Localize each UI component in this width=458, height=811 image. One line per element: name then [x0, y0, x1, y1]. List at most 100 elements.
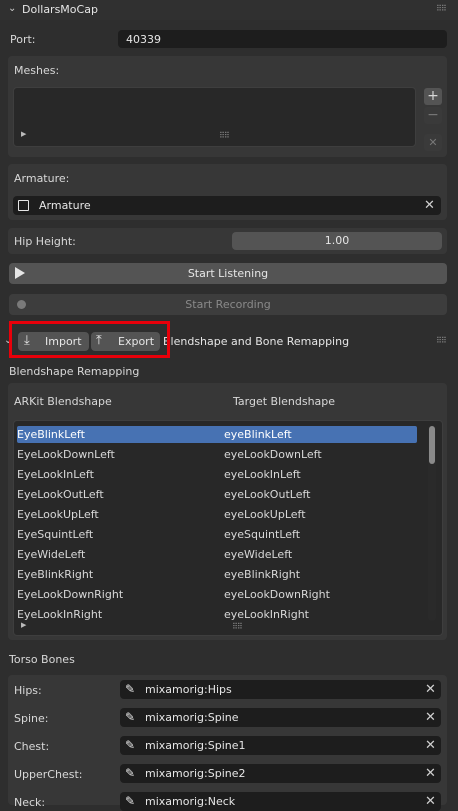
table-row[interactable]: EyeLookInLeft eyeLookInLeft	[17, 466, 417, 483]
export-label: Export	[118, 335, 155, 348]
arkit-blendshape-name: EyeLookInLeft	[17, 468, 94, 481]
bone-icon: ✎	[125, 710, 136, 724]
table-row[interactable]: EyeBlinkLeft eyeBlinkLeft	[17, 426, 417, 443]
clear-mesh-button[interactable]: ✕	[424, 134, 442, 151]
remap-section-header[interactable]: ⌄ Blendshape and Bone Remapping ⠿⠿ ⤓ Imp…	[0, 321, 458, 359]
bone-label: Chest:	[14, 740, 50, 753]
armature-panel: Armature: Armature ✕	[8, 164, 447, 220]
blendshape-list[interactable]: EyeBlinkLeft eyeBlinkLeft EyeLookDownLeft e…	[13, 420, 443, 636]
start-listening-button[interactable]: Start Listening	[9, 263, 447, 284]
blendshape-panel: ARKit Blendshape Target Blendshape EyeBl…	[8, 383, 447, 640]
bone-label: Spine:	[14, 712, 49, 725]
bone-field[interactable]: ✎ mixamorig:Hips ✕	[120, 680, 441, 699]
expand-triangle-icon[interactable]: ▶	[21, 130, 26, 138]
port-label: Port:	[10, 33, 36, 46]
arkit-blendshape-name: EyeLookInRight	[17, 608, 103, 621]
bone-field[interactable]: ✎ mixamorig:Neck ✕	[120, 792, 441, 811]
target-blendshape-name[interactable]: eyeWideLeft	[224, 548, 292, 561]
target-blendshape-name[interactable]: eyeSquintLeft	[224, 528, 300, 541]
table-row[interactable]: EyeBlinkRight eyeBlinkRight	[17, 566, 417, 583]
list-scrollbar[interactable]	[428, 425, 436, 621]
armature-value: Armature	[39, 199, 91, 212]
start-recording-label: Start Recording	[185, 298, 271, 311]
arkit-blendshape-name: EyeBlinkRight	[17, 568, 94, 581]
bone-value: mixamorig:Spine	[145, 711, 239, 724]
arkit-blendshape-name: EyeLookDownRight	[17, 588, 124, 601]
clear-bone-icon[interactable]: ✕	[425, 711, 436, 724]
bone-label: Hips:	[14, 684, 42, 697]
hip-height-slider[interactable]: 1.00	[232, 232, 442, 250]
export-icon: ⤒	[96, 333, 102, 348]
table-row[interactable]: EyeWideLeft eyeWideLeft	[17, 546, 417, 563]
table-row[interactable]: EyeLookDownLeft eyeLookDownLeft	[17, 446, 417, 463]
hip-height-value: 1.00	[324, 234, 350, 247]
bone-field[interactable]: ✎ mixamorig:Spine1 ✕	[120, 736, 441, 755]
drag-handle-icon[interactable]: ⠿⠿	[436, 336, 447, 345]
record-icon	[17, 300, 26, 309]
armature-field[interactable]: Armature ✕	[13, 196, 441, 215]
bone-field[interactable]: ✎ mixamorig:Spine ✕	[120, 708, 441, 727]
add-mesh-button[interactable]: +	[424, 88, 442, 105]
start-listening-label: Start Listening	[187, 267, 269, 280]
panel-header[interactable]: ⌄ DollarsMoCap ⠿⠿	[0, 0, 458, 20]
remove-mesh-button[interactable]: −	[424, 107, 442, 124]
bone-value: mixamorig:Neck	[145, 795, 236, 808]
target-blendshape-name[interactable]: eyeBlinkLeft	[224, 428, 292, 441]
clear-bone-icon[interactable]: ✕	[425, 739, 436, 752]
bone-icon: ✎	[125, 682, 136, 696]
bone-label: UpperChest:	[14, 768, 83, 781]
clear-bone-icon[interactable]: ✕	[425, 683, 436, 696]
clear-bone-icon[interactable]: ✕	[425, 767, 436, 780]
table-row[interactable]: EyeLookOutLeft eyeLookOutLeft	[17, 486, 417, 503]
armature-label: Armature:	[14, 172, 70, 185]
target-blendshape-name[interactable]: eyeLookInRight	[224, 608, 309, 621]
target-blendshape-name[interactable]: eyeLookDownLeft	[224, 448, 322, 461]
bone-icon: ✎	[125, 794, 136, 808]
import-button[interactable]: ⤓ Import	[18, 332, 89, 351]
list-resize-handle-icon[interactable]: ⠿⠿	[232, 622, 243, 631]
export-button[interactable]: ⤒ Export	[91, 332, 160, 351]
import-label: Import	[45, 335, 82, 348]
arkit-blendshape-name: EyeSquintLeft	[17, 528, 94, 541]
meshes-list[interactable]: ▶ ⠿⠿	[13, 87, 416, 147]
torso-bones-panel: Hips: ✎ mixamorig:Hips ✕ Spine: ✎ mixamorig…	[8, 675, 447, 811]
bone-field[interactable]: ✎ mixamorig:Spine2 ✕	[120, 764, 441, 783]
torso-bones-label: Torso Bones	[9, 653, 75, 666]
armature-object-icon	[18, 200, 29, 211]
import-icon: ⤓	[24, 333, 30, 348]
clear-armature-icon[interactable]: ✕	[424, 199, 435, 212]
target-blendshape-name[interactable]: eyeBlinkRight	[224, 568, 300, 581]
table-row[interactable]: EyeSquintLeft eyeSquintLeft	[17, 526, 417, 543]
target-blendshape-name[interactable]: eyeLookDownRight	[224, 588, 330, 601]
port-value: 40339	[126, 33, 161, 46]
bone-icon: ✎	[125, 766, 136, 780]
start-recording-button[interactable]: Start Recording	[9, 294, 447, 315]
col-target-header: Target Blendshape	[233, 395, 336, 408]
col-arkit-header: ARKit Blendshape	[14, 395, 112, 408]
clear-bone-icon[interactable]: ✕	[425, 795, 436, 808]
panel-title: DollarsMoCap	[22, 3, 98, 16]
table-row[interactable]: EyeLookUpLeft eyeLookUpLeft	[17, 506, 417, 523]
bone-value: mixamorig:Spine2	[145, 767, 246, 780]
bone-value: mixamorig:Spine1	[145, 739, 246, 752]
arkit-blendshape-name: EyeLookUpLeft	[17, 508, 99, 521]
bone-icon: ✎	[125, 738, 136, 752]
scrollbar-thumb[interactable]	[429, 426, 435, 464]
arkit-blendshape-name: EyeLookDownLeft	[17, 448, 115, 461]
target-blendshape-name[interactable]: eyeLookInLeft	[224, 468, 301, 481]
remap-section-title: Blendshape and Bone Remapping	[163, 335, 350, 348]
target-blendshape-name[interactable]: eyeLookOutLeft	[224, 488, 310, 501]
expand-triangle-icon[interactable]: ▶	[21, 621, 26, 629]
chevron-down-icon[interactable]: ⌄	[8, 3, 16, 14]
table-row[interactable]: EyeLookInRight eyeLookInRight	[17, 606, 417, 623]
target-blendshape-name[interactable]: eyeLookUpLeft	[224, 508, 306, 521]
arkit-blendshape-name: EyeBlinkLeft	[17, 428, 85, 441]
drag-handle-icon[interactable]: ⠿⠿	[436, 4, 447, 13]
hip-height-panel: Hip Height: 1.00	[8, 228, 447, 254]
table-row[interactable]: EyeLookDownRight eyeLookDownRight	[17, 586, 417, 603]
list-resize-handle-icon[interactable]: ⠿⠿	[219, 131, 230, 140]
meshes-panel: Meshes: ▶ ⠿⠿ + − ✕	[8, 56, 447, 157]
play-icon	[15, 267, 25, 279]
port-field[interactable]: 40339	[118, 30, 447, 48]
bone-value: mixamorig:Hips	[145, 683, 232, 696]
